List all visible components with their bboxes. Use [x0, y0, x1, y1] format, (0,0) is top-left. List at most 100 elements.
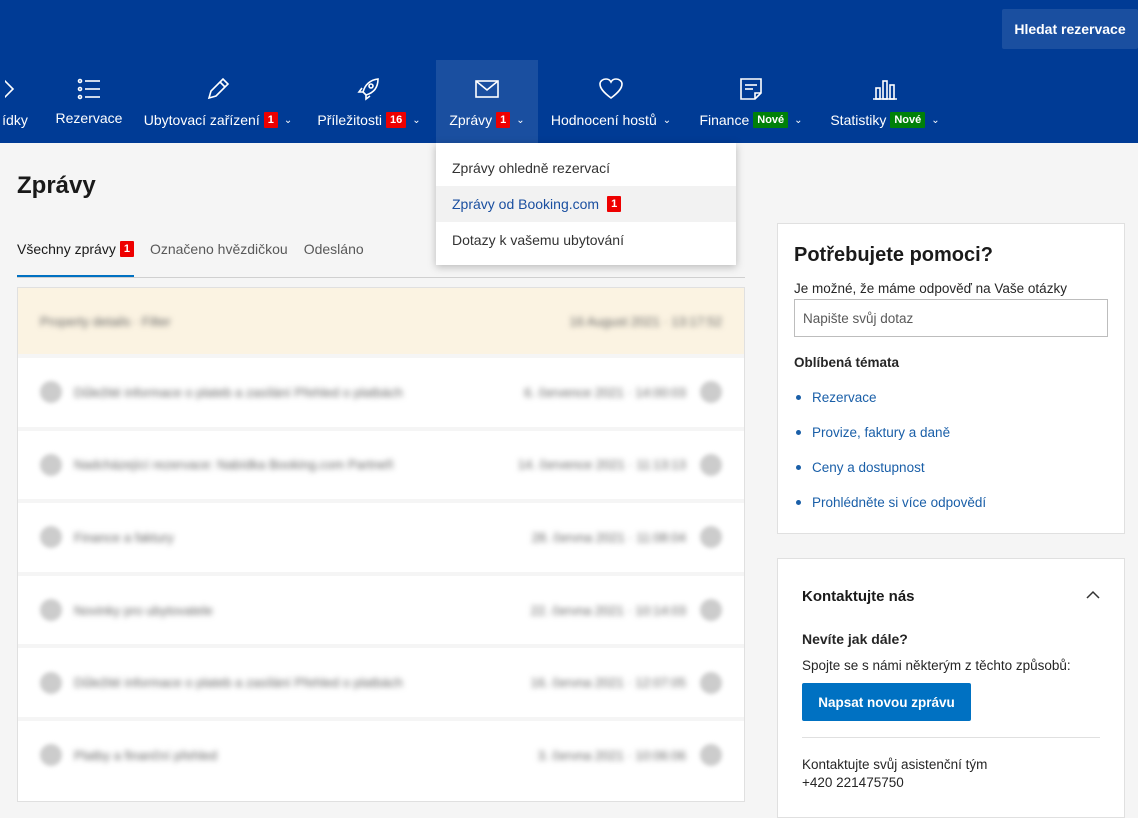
nav-label: Zprávy — [449, 112, 493, 128]
chevron-down-icon: ⌄ — [931, 114, 940, 126]
help-title: Potřebujete pomoci? — [794, 244, 993, 266]
pencil-icon — [205, 76, 231, 102]
message-date: 6. července 2021 · 14:00:03 — [524, 384, 686, 400]
nav-label: ídky — [2, 112, 28, 128]
nav-label: Hodnocení hostů — [550, 112, 657, 128]
message-row[interactable]: Důležité informace o plateb a zasílání P… — [18, 644, 744, 717]
message-date: 16. června 2021 · 12:07:05 — [530, 675, 686, 691]
favorite-topic-label: Ceny a dostupnost — [812, 460, 925, 475]
menu-item-booking-messages[interactable]: Zprávy od Booking.com 1 — [436, 186, 736, 222]
diamond-icon — [5, 76, 29, 102]
message-row[interactable]: Novinky pro ubytovatele 22. června 2021 … — [18, 571, 744, 645]
tab-label: Všechny zprávy — [17, 241, 116, 257]
nav-item-reservations[interactable]: Rezervace — [48, 60, 130, 143]
message-date: 3. června 2021 · 10:06:06 — [537, 747, 686, 763]
search-reservations-button[interactable]: Hledat rezervace — [1002, 9, 1138, 49]
nav-item-guest-reviews[interactable]: Hodnocení hostů ⌄ — [546, 60, 676, 143]
tab-all-messages[interactable]: Všechny zprávy 1 — [17, 232, 134, 277]
sender-avatar-icon — [40, 744, 62, 767]
nav-item-opportunities[interactable]: Příležitosti 16 ⌄ — [310, 60, 428, 143]
star-icon[interactable] — [700, 526, 722, 549]
menu-item-label: Zprávy od Booking.com — [452, 196, 600, 212]
nav-label: Ubytovací zařízení — [143, 112, 260, 128]
message-list-header: Property details · Filter 16 August 2021… — [18, 288, 744, 354]
message-row[interactable]: Důležité informace o plateb a zasílání P… — [18, 354, 744, 427]
envelope-icon — [474, 76, 500, 102]
nav-item-finance[interactable]: Finance Nové ⌄ — [692, 60, 810, 143]
star-icon[interactable] — [700, 381, 722, 404]
tab-starred[interactable]: Označeno hvězdičkou — [150, 232, 288, 277]
menu-item-reservation-messages[interactable]: Zprávy ohledně rezervací — [436, 150, 736, 186]
favorite-topic-link[interactable]: Ceny a dostupnost — [794, 450, 1108, 485]
chevron-up-icon[interactable] — [1086, 587, 1100, 605]
help-card: Potřebujete pomoci? Je možné, že máme od… — [777, 223, 1125, 534]
star-icon[interactable] — [700, 671, 722, 694]
notification-badge: 1 — [119, 241, 134, 257]
favorite-topic-link[interactable]: Rezervace — [794, 380, 1108, 415]
nav-item-messages[interactable]: Zprávy 1 ⌄ — [436, 60, 538, 143]
bar-chart-icon — [872, 76, 898, 102]
chevron-down-icon: ⌄ — [516, 114, 525, 126]
nav-label: Finance — [699, 112, 750, 128]
favorite-topics-list: Rezervace Provize, faktury a daně Ceny a… — [794, 380, 1108, 520]
contact-team-text: Kontaktujte svůj asistenční tým — [802, 757, 988, 772]
divider — [802, 737, 1100, 738]
message-list: Property details · Filter 16 August 2021… — [17, 287, 745, 802]
bullet-icon — [796, 395, 801, 400]
message-row[interactable]: Platby a finanční přehled 3. června 2021… — [18, 716, 744, 790]
sender-avatar-icon — [40, 526, 62, 549]
favorite-topic-label: Prohlédněte si více odpovědí — [812, 495, 987, 510]
nav-label: Příležitosti — [317, 112, 382, 128]
nav-label: Rezervace — [55, 110, 123, 126]
message-subject: Důležité informace o plateb a zasílání P… — [74, 384, 403, 400]
bullet-icon — [796, 465, 801, 470]
bullet-icon — [796, 500, 801, 505]
filter-label: Property details · Filter — [40, 313, 171, 329]
notification-badge: 1 — [607, 196, 622, 212]
nav-label: Statistiky — [830, 112, 887, 128]
message-date: 22. června 2021 · 10:14:03 — [530, 602, 686, 618]
favorite-topic-link[interactable]: Prohlédněte si více odpovědí — [794, 485, 1108, 520]
favorite-topics-title: Oblíbená témata — [794, 355, 900, 370]
contact-phone[interactable]: +420 221475750 — [802, 774, 1100, 792]
rocket-icon — [356, 76, 382, 102]
heart-icon — [598, 76, 624, 102]
bullet-icon — [796, 430, 801, 435]
nav-item-properties[interactable]: Ubytovací zařízení 1 ⌄ — [140, 60, 296, 143]
star-icon[interactable] — [700, 453, 722, 476]
message-subject: Finance a faktury — [74, 529, 174, 545]
chevron-down-icon: ⌄ — [283, 114, 293, 126]
favorite-topic-label: Provize, faktury a daně — [812, 425, 951, 440]
notification-badge: 1 — [263, 112, 278, 128]
messages-dropdown-menu: Zprávy ohledně rezervací Zprávy od Booki… — [436, 143, 736, 265]
sender-avatar-icon — [40, 671, 62, 694]
message-date: 28. června 2021 · 11:08:04 — [531, 529, 686, 545]
chevron-down-icon: ⌄ — [794, 114, 803, 126]
top-navigation-bar: Hledat rezervace ídky Rezervace Ubytovac… — [0, 0, 1138, 143]
document-icon — [738, 76, 764, 102]
star-icon[interactable] — [700, 744, 722, 767]
tab-sent[interactable]: Odesláno — [304, 232, 364, 277]
list-icon — [76, 76, 102, 102]
tab-label: Označeno hvězdičkou — [149, 241, 288, 257]
menu-item-property-questions[interactable]: Dotazy k vašemu ubytování — [436, 222, 736, 258]
help-search-input[interactable] — [794, 299, 1108, 337]
favorite-topic-label: Rezervace — [812, 390, 877, 405]
nav-item-statistics[interactable]: Statistiky Nové ⌄ — [822, 60, 948, 143]
message-row[interactable]: Finance a faktury 28. června 2021 · 11:0… — [18, 499, 744, 572]
star-icon[interactable] — [700, 599, 722, 622]
chevron-down-icon: ⌄ — [412, 114, 421, 126]
help-subtitle: Je možné, že máme odpověď na Vaše otázky — [794, 281, 1067, 296]
page-title: Zprávy — [17, 172, 96, 199]
contact-title: Kontaktujte nás — [802, 587, 915, 605]
menu-item-label: Dotazy k vašemu ubytování — [452, 232, 624, 248]
message-row[interactable]: Nadcházející rezervace: Nabídka Booking.… — [18, 426, 744, 500]
contact-text: Spojte se s námi některým z těchto způso… — [802, 658, 1071, 673]
message-subject: Nadcházející rezervace: Nabídka Booking.… — [74, 457, 394, 473]
write-new-message-button[interactable]: Napsat novou zprávu — [802, 683, 971, 721]
favorite-topic-link[interactable]: Provize, faktury a daně — [794, 415, 1108, 450]
nav-item-offers[interactable]: ídky — [0, 60, 34, 143]
last-updated: 16 August 2021 · 13:17:52 — [569, 313, 722, 329]
contact-team: Kontaktujte svůj asistenční tým +420 221… — [802, 756, 1100, 792]
menu-item-label: Zprávy ohledně rezervací — [452, 160, 610, 176]
